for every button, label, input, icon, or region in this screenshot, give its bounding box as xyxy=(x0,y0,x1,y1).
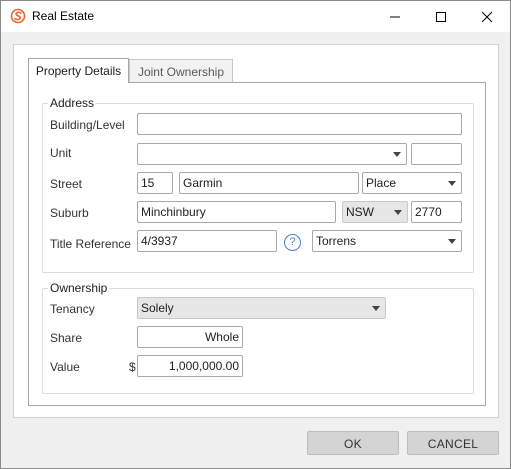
title-reference-input[interactable]: 4/3937 xyxy=(137,230,277,252)
street-number-input[interactable]: 15 xyxy=(137,172,173,194)
real-estate-dialog: Real Estate Joint Ownership Address Buil… xyxy=(0,0,511,469)
address-legend: Address xyxy=(48,96,97,110)
postcode-input[interactable]: 2770 xyxy=(411,201,462,223)
ownership-legend: Ownership xyxy=(48,281,110,295)
suburb-input[interactable]: Minchinbury xyxy=(137,201,336,223)
title-reference-label: Title Reference xyxy=(50,237,131,251)
currency-symbol: $ xyxy=(129,360,136,374)
close-button[interactable] xyxy=(464,1,510,32)
chevron-down-icon xyxy=(394,210,402,215)
chevron-down-icon xyxy=(393,152,401,157)
title-bar[interactable]: Real Estate xyxy=(1,1,510,32)
maximize-icon xyxy=(436,12,446,22)
tab-joint-ownership[interactable]: Joint Ownership xyxy=(129,59,233,82)
street-label: Street xyxy=(50,177,83,191)
minimize-button[interactable] xyxy=(372,1,418,32)
title-type-dropdown[interactable]: Torrens xyxy=(312,230,462,252)
help-icon[interactable]: ? xyxy=(284,234,301,251)
property-details-panel: Address Building/Level Unit Street 15 Ga… xyxy=(28,82,486,406)
unit-dropdown[interactable] xyxy=(137,143,407,165)
street-name-input[interactable]: Garmin xyxy=(179,172,359,194)
building-label: Building/Level xyxy=(50,118,125,132)
value-input[interactable]: 1,000,000.00 xyxy=(137,355,243,377)
value-label: Value xyxy=(50,360,80,374)
chevron-down-icon xyxy=(448,239,456,244)
tab-property-details[interactable]: Property Details xyxy=(28,58,129,83)
ok-button[interactable]: OK xyxy=(307,431,399,455)
close-icon xyxy=(481,11,493,23)
state-value: NSW xyxy=(346,205,374,219)
share-label: Share xyxy=(50,331,83,345)
building-input[interactable] xyxy=(137,113,462,135)
title-type-value: Torrens xyxy=(316,234,357,248)
tenancy-label: Tenancy xyxy=(50,302,95,316)
app-logo-icon xyxy=(10,8,26,24)
chevron-down-icon xyxy=(372,306,380,311)
chevron-down-icon xyxy=(448,181,456,186)
street-type-dropdown[interactable]: Place xyxy=(362,172,462,194)
street-type-value: Place xyxy=(366,176,397,190)
minimize-icon xyxy=(390,16,400,18)
maximize-button[interactable] xyxy=(418,1,464,32)
share-input[interactable]: Whole xyxy=(137,326,243,348)
window-title: Real Estate xyxy=(32,9,95,23)
tenancy-dropdown[interactable]: Solely xyxy=(137,297,386,319)
unit-label: Unit xyxy=(50,146,72,160)
state-dropdown[interactable]: NSW xyxy=(342,201,408,223)
tenancy-value: Solely xyxy=(141,301,174,315)
cancel-button[interactable]: CANCEL xyxy=(407,431,499,455)
suburb-label: Suburb xyxy=(50,206,89,220)
unit-extra-input[interactable] xyxy=(411,143,462,165)
